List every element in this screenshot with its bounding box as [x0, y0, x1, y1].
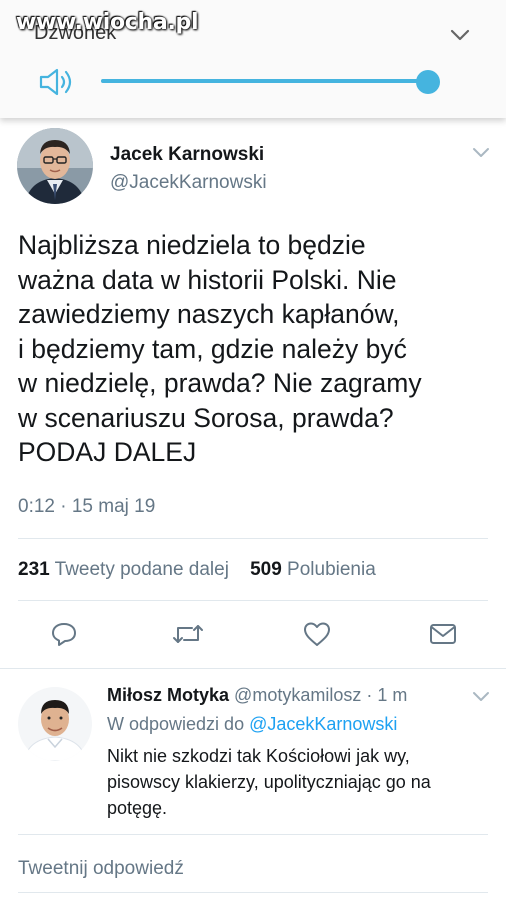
tweet-timestamp[interactable]: 0:12 · 15 maj 19 [18, 496, 155, 518]
likes-count: 509 [250, 559, 282, 580]
message-icon[interactable] [428, 620, 458, 653]
divider [18, 834, 488, 835]
retweets-label: Tweety podane dalej [54, 559, 229, 580]
reply-time: · 1 m [366, 685, 408, 705]
in-reply-to: W odpowiedzi do @JacekKarnowski [107, 714, 397, 735]
volume-slider-fill [101, 79, 428, 83]
in-reply-to-label: W odpowiedzi do [107, 714, 245, 734]
divider [18, 538, 488, 539]
reply-input[interactable]: Tweetnij odpowiedź [18, 858, 184, 880]
author-name[interactable]: Jacek Karnowski [110, 144, 264, 166]
retweet-icon[interactable] [171, 620, 205, 653]
watermark-logo: www.wiocha.pl [16, 10, 199, 35]
reply-author-name[interactable]: Miłosz Motyka [107, 685, 229, 705]
author-handle[interactable]: @JacekKarnowski [110, 172, 267, 194]
reply-menu-chevron-icon[interactable] [472, 690, 490, 708]
in-reply-to-mention[interactable]: @JacekKarnowski [249, 714, 397, 734]
reply-text: Nikt nie szkodzi tak Kościołowi jak wy, … [107, 746, 431, 818]
likes-stat[interactable]: 509 Polubienia [250, 559, 376, 580]
tweet-text: Najbliższa niedziela to będzie ważna dat… [18, 230, 422, 467]
reply-icon[interactable] [50, 620, 78, 653]
tweet-stats: 231 Tweety podane dalej 509 Polubienia [18, 559, 376, 581]
author-avatar[interactable] [17, 128, 93, 204]
reply-author-avatar[interactable] [18, 687, 92, 761]
divider [18, 600, 488, 601]
chevron-down-icon[interactable] [449, 28, 471, 47]
like-icon[interactable] [302, 620, 332, 653]
volume-slider-thumb[interactable] [416, 70, 440, 94]
retweets-stat[interactable]: 231 Tweety podane dalej [18, 559, 229, 580]
tweet-menu-chevron-icon[interactable] [472, 146, 490, 164]
retweets-count: 231 [18, 559, 50, 580]
volume-slider[interactable] [101, 79, 428, 83]
divider [0, 668, 506, 669]
reply-author-handle[interactable]: @motykamilosz [234, 685, 361, 705]
reply-header: Miłosz Motyka @motykamilosz · 1 m [107, 685, 407, 706]
divider [18, 892, 488, 893]
speaker-icon[interactable] [38, 66, 76, 103]
likes-label: Polubienia [287, 559, 376, 580]
